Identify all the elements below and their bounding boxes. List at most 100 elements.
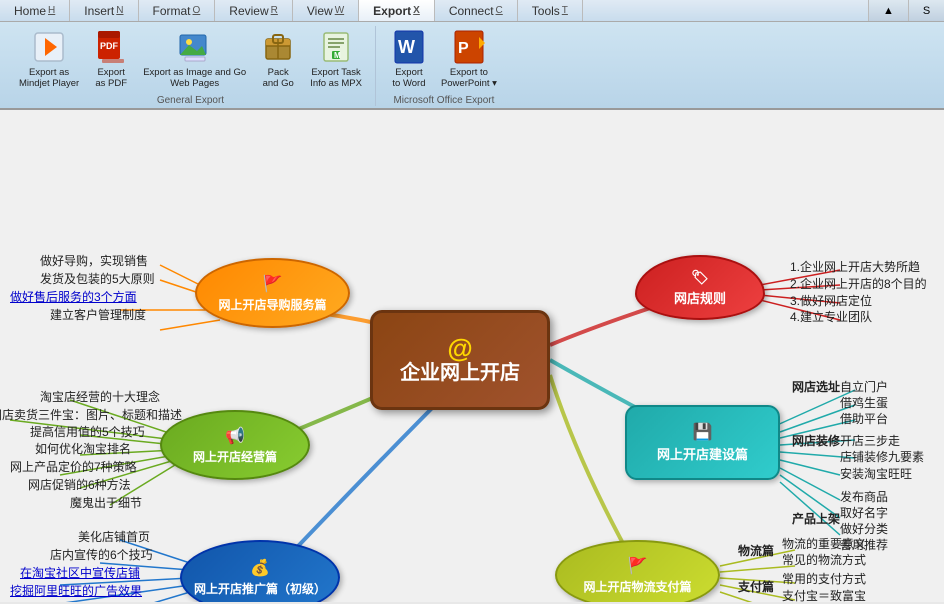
- ppt-icon: P: [451, 29, 487, 65]
- shop-manage-text: 网上开店经营篇: [193, 448, 277, 465]
- leaf-build-loc-2: 借鸡生蛋: [840, 394, 888, 411]
- general-export-items: Export asMindjet Player PDF Expo: [14, 26, 367, 93]
- pack-go-label: Packand Go: [263, 67, 294, 90]
- shop-service-text: 网上开店导购服务篇: [218, 296, 326, 313]
- shop-logistics-icon: 🚩: [628, 556, 648, 576]
- shop-promo-text: 网上开店推广篇（初级）: [194, 580, 326, 597]
- leaf-log-flow: 物流篇: [738, 542, 774, 559]
- leaf-manage-5: 网上产品定价的7种策略: [10, 458, 137, 475]
- ms-export-group: W Exportto Word P: [378, 26, 510, 106]
- shop-rules-icon: 🏷: [691, 269, 709, 286]
- leaf-promo-3[interactable]: 在淘宝社区中宣传店铺: [20, 564, 140, 581]
- leaf-manage-3: 提高信用值的5个技巧: [30, 423, 145, 440]
- leaf-log-pay-1: 常用的支付方式: [782, 570, 866, 587]
- leaf-rules-4: 4.建立专业团队: [790, 308, 872, 325]
- export-ppt-button[interactable]: P Export toPowerPoint ▾: [436, 26, 502, 93]
- tab-insert[interactable]: InsertN: [70, 0, 138, 21]
- shop-logistics-node[interactable]: 🚩 网上开店物流支付篇: [555, 540, 720, 602]
- export-image-button[interactable]: Export as Image and GoWeb Pages: [138, 26, 251, 93]
- tab-view[interactable]: ViewW: [293, 0, 359, 21]
- ms-export-items: W Exportto Word P: [386, 26, 502, 93]
- help-btn[interactable]: S: [908, 0, 944, 21]
- app-container: HomeH InsertN FormatO ReviewR ViewW Expo…: [0, 0, 944, 602]
- leaf-promo-2: 店内宣传的6个技巧: [50, 546, 153, 563]
- export-task-button[interactable]: M Export TaskInfo as MPX: [305, 26, 367, 93]
- shop-logistics-text: 网上开店物流支付篇: [583, 578, 691, 595]
- shop-build-icon: 💾: [693, 422, 713, 442]
- shop-rules-text: 网店规则: [674, 288, 726, 307]
- image-button-label: Export as Image and GoWeb Pages: [143, 67, 246, 90]
- leaf-service-4: 建立客户管理制度: [50, 306, 146, 323]
- shop-build-node[interactable]: 💾 网上开店建设篇: [625, 405, 780, 480]
- shop-build-text: 网上开店建设篇: [657, 444, 748, 463]
- shop-service-node[interactable]: 🚩 网上开店导购服务篇: [195, 258, 350, 328]
- leaf-promo-5: 积极参加淘宝活动: [52, 600, 148, 602]
- ms-export-label: Microsoft Office Export: [393, 95, 494, 108]
- task-button-label: Export TaskInfo as MPX: [310, 67, 362, 90]
- general-export-label: General Export: [157, 95, 224, 108]
- tab-export[interactable]: ExportX: [359, 0, 435, 21]
- shop-manage-icon: 📢: [225, 426, 245, 446]
- pdf-button-label: Exportas PDF: [95, 67, 127, 90]
- tab-tools[interactable]: ToolsT: [518, 0, 583, 21]
- tab-format[interactable]: FormatO: [139, 0, 216, 21]
- leaf-log-flow-1: 物流的重要意义: [782, 535, 866, 552]
- export-pdf-button[interactable]: PDF Exportas PDF: [88, 26, 134, 93]
- leaf-rules-1: 1.企业网上开店大势所趋: [790, 258, 920, 275]
- leaf-service-2: 发货及包装的5大原则: [40, 270, 155, 287]
- mindmap-canvas: @ 企业网上开店 🚩 网上开店导购服务篇 📢 网上开店经营篇 💰 网上开店推广篇…: [0, 110, 944, 602]
- svg-text:W: W: [398, 37, 415, 57]
- leaf-build-prod-1: 发布商品: [840, 488, 888, 505]
- ppt-button-label: Export toPowerPoint ▾: [441, 67, 497, 90]
- leaf-log-pay-2: 支付宝＝致富宝: [782, 587, 866, 602]
- leaf-build-product: 产品上架: [792, 510, 840, 527]
- leaf-log-flow-2: 常见的物流方式: [782, 551, 866, 568]
- pdf-icon: PDF: [93, 29, 129, 65]
- tab-home[interactable]: HomeH: [0, 0, 70, 21]
- leaf-manage-6: 网店促销的6种方法: [28, 476, 131, 493]
- package-icon: [260, 29, 296, 65]
- image-icon: [177, 29, 213, 65]
- center-node-text: 企业网上开店: [400, 361, 520, 385]
- general-export-group: Export asMindjet Player PDF Expo: [6, 26, 376, 106]
- toolbar-body: Export asMindjet Player PDF Expo: [0, 22, 944, 110]
- leaf-rules-3: 3.做好网店定位: [790, 292, 872, 309]
- leaf-log-pay: 支付篇: [738, 578, 774, 595]
- pack-go-button[interactable]: Packand Go: [255, 26, 301, 93]
- leaf-manage-2: 网店卖货三件宝：图片、标题和描述: [0, 406, 182, 423]
- shop-service-icon: 🚩: [263, 274, 283, 294]
- leaf-build-decor-3: 安装淘宝旺旺: [840, 465, 912, 482]
- word-icon: W: [391, 29, 427, 65]
- svg-text:M: M: [334, 51, 341, 60]
- leaf-rules-2: 2.企业网上开店的8个目的: [790, 275, 927, 292]
- leaf-build-decor: 网店装修: [792, 432, 840, 449]
- word-button-label: Exportto Word: [392, 67, 425, 90]
- shop-promo-icon: 💰: [250, 558, 270, 578]
- tab-review[interactable]: ReviewR: [215, 0, 293, 21]
- leaf-build-decor-1: 开店三步走: [840, 432, 900, 449]
- flash-icon: [31, 29, 67, 65]
- shop-manage-node[interactable]: 📢 网上开店经营篇: [160, 410, 310, 480]
- task-icon: M: [318, 29, 354, 65]
- minimize-btn[interactable]: ▲: [868, 0, 908, 21]
- leaf-manage-4: 如何优化淘宝排名: [35, 440, 131, 457]
- toolbar: HomeH InsertN FormatO ReviewR ViewW Expo…: [0, 0, 944, 110]
- leaf-service-3[interactable]: 做好售后服务的3个方面: [10, 288, 137, 305]
- svg-text:P: P: [458, 40, 469, 57]
- tab-connect[interactable]: ConnectC: [435, 0, 518, 21]
- leaf-build-prod-2: 取好名字: [840, 504, 888, 521]
- export-flash-button[interactable]: Export asMindjet Player: [14, 26, 84, 93]
- leaf-promo-4[interactable]: 挖掘阿里旺旺的广告效果: [10, 582, 142, 599]
- leaf-build-loc: 网店选址: [792, 378, 840, 395]
- leaf-build-loc-3: 借助平台: [840, 410, 888, 427]
- export-word-button[interactable]: W Exportto Word: [386, 26, 432, 93]
- flash-button-label: Export asMindjet Player: [19, 67, 79, 90]
- svg-text:PDF: PDF: [100, 41, 119, 51]
- center-node[interactable]: @ 企业网上开店: [370, 310, 550, 410]
- tab-bar: HomeH InsertN FormatO ReviewR ViewW Expo…: [0, 0, 944, 22]
- leaf-manage-1: 淘宝店经营的十大理念: [40, 388, 160, 405]
- leaf-build-loc-1: 自立门户: [840, 378, 888, 395]
- leaf-build-decor-2: 店铺装修九要素: [840, 448, 924, 465]
- leaf-promo-1: 美化店铺首页: [78, 528, 150, 545]
- leaf-service-1: 做好导购，实现销售: [40, 252, 148, 269]
